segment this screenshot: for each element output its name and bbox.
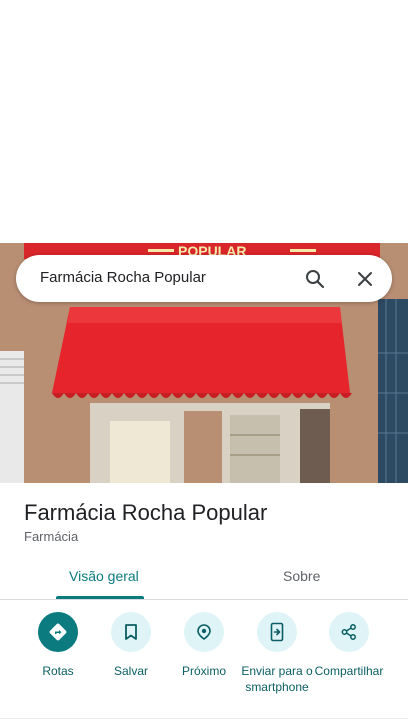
place-category: Farmácia bbox=[24, 529, 79, 544]
nearby-label: Próximo bbox=[181, 664, 226, 678]
share-button[interactable]: Compartilhar bbox=[309, 612, 389, 679]
tab-bar: Visão geral Sobre bbox=[0, 560, 408, 600]
action-row: Rotas Salvar Próximo Enviar para o smart… bbox=[0, 612, 408, 712]
nearby-icon bbox=[197, 624, 211, 640]
directions-button-circle bbox=[38, 612, 78, 652]
place-title: Farmácia Rocha Popular bbox=[24, 500, 268, 525]
save-button-circle bbox=[111, 612, 151, 652]
share-label: Compartilhar bbox=[314, 664, 384, 678]
save-button[interactable]: Salvar bbox=[91, 612, 171, 679]
tab-about[interactable]: Sobre bbox=[283, 568, 320, 584]
directions-icon bbox=[49, 623, 67, 641]
active-tab-indicator bbox=[56, 596, 144, 599]
send-to-phone-label: Enviar para o smartphone bbox=[241, 664, 313, 694]
send-to-phone-button-circle bbox=[257, 612, 297, 652]
nearby-button[interactable]: Próximo bbox=[164, 612, 244, 679]
divider bbox=[0, 718, 408, 719]
directions-label: Rotas bbox=[42, 664, 74, 678]
nearby-button-circle bbox=[184, 612, 224, 652]
bookmark-icon bbox=[125, 624, 137, 640]
directions-button[interactable]: Rotas bbox=[18, 612, 98, 679]
search-input[interactable]: Farmácia Rocha Popular bbox=[40, 269, 206, 286]
close-button[interactable] bbox=[352, 266, 378, 292]
save-label: Salvar bbox=[113, 664, 148, 678]
share-icon bbox=[341, 624, 356, 640]
share-button-circle bbox=[329, 612, 369, 652]
search-bar[interactable]: Farmácia Rocha Popular bbox=[16, 255, 392, 302]
search-button[interactable] bbox=[302, 266, 328, 292]
tab-overview[interactable]: Visão geral bbox=[69, 568, 139, 584]
close-icon bbox=[358, 272, 372, 286]
send-to-phone-button[interactable]: Enviar para o smartphone bbox=[237, 612, 317, 695]
send-to-phone-icon bbox=[270, 622, 284, 642]
search-icon bbox=[306, 270, 325, 289]
